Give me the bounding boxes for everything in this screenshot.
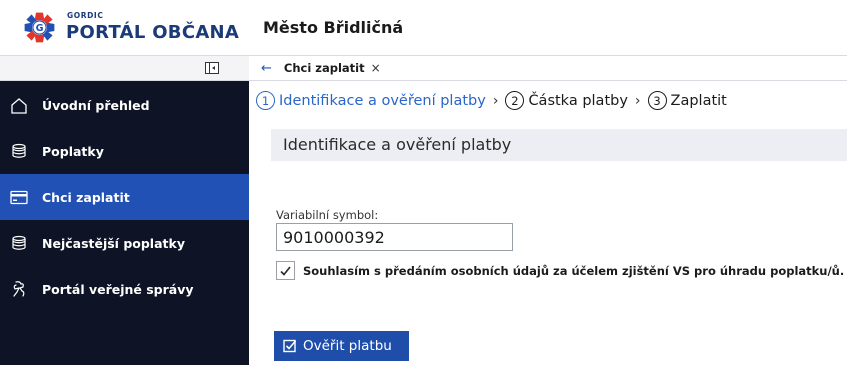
step-label: Identifikace a ověření platby bbox=[279, 92, 486, 109]
sidebar-toolbar bbox=[0, 56, 249, 81]
step-number: 3 bbox=[647, 91, 667, 110]
brand-company: GORDIC bbox=[67, 11, 104, 20]
tab-label: Chci zaplatit bbox=[283, 61, 365, 75]
gordic-logo-icon: G bbox=[24, 12, 55, 43]
section-header: Identifikace a ověření platby bbox=[271, 129, 847, 161]
brand-portal-name: PORTÁL OBČANA bbox=[66, 22, 240, 43]
step-label: Zaplatit bbox=[670, 92, 727, 109]
step-label: Částka platby bbox=[528, 92, 628, 109]
card-icon bbox=[8, 187, 30, 207]
step-identification: 1 Identifikace a ověření platby bbox=[256, 91, 486, 110]
top-header: Město Břidličná bbox=[249, 0, 847, 56]
sidebar-collapse-icon[interactable] bbox=[205, 62, 219, 74]
checkmark-icon bbox=[280, 266, 291, 276]
sidebar-item-nejcastejsi-poplatky[interactable]: Nejčastější poplatky bbox=[0, 220, 249, 266]
back-arrow-icon[interactable]: ← bbox=[261, 61, 272, 76]
coins-icon bbox=[8, 233, 30, 253]
coins-icon bbox=[8, 141, 30, 161]
lion-emblem-icon bbox=[8, 279, 30, 299]
step-amount: 2 Částka platby bbox=[505, 91, 628, 110]
step-pay: 3 Zaplatit bbox=[647, 91, 727, 110]
sidebar-item-chci-zaplatit[interactable]: Chci zaplatit bbox=[0, 174, 249, 220]
variable-symbol-label: Variabilní symbol: bbox=[276, 208, 379, 222]
verify-payment-button[interactable]: Ověřit platbu bbox=[274, 331, 409, 361]
variable-symbol-input[interactable] bbox=[276, 223, 513, 251]
consent-label: Souhlasím s předáním osobních údajů za ú… bbox=[303, 263, 845, 278]
svg-text:G: G bbox=[36, 23, 44, 34]
tab-bar: ← Chci zaplatit × bbox=[249, 56, 847, 81]
city-title: Město Břidličná bbox=[263, 18, 404, 37]
sidebar-item-label: Portál veřejné správy bbox=[42, 281, 194, 297]
sidebar: G GORDIC PORTÁL OBČANA Úvodní přehled Po… bbox=[0, 0, 249, 365]
payment-steps: 1 Identifikace a ověření platby › 2 Část… bbox=[256, 91, 727, 110]
consent-row: Souhlasím s předáním osobních údajů za ú… bbox=[276, 261, 844, 280]
sidebar-item-label: Úvodní přehled bbox=[42, 97, 150, 113]
home-icon bbox=[8, 95, 30, 115]
sidebar-item-label: Nejčastější poplatky bbox=[42, 235, 185, 251]
verify-button-label: Ověřit platbu bbox=[303, 338, 392, 354]
brand-logo-area[interactable]: G GORDIC PORTÁL OBČANA bbox=[0, 0, 249, 56]
sidebar-menu: Úvodní přehled Poplatky Chci zaplatit Ne… bbox=[0, 82, 249, 312]
sidebar-item-label: Poplatky bbox=[42, 143, 104, 159]
step-number: 1 bbox=[256, 91, 275, 110]
close-icon[interactable]: × bbox=[371, 61, 381, 75]
sidebar-item-poplatky[interactable]: Poplatky bbox=[0, 128, 249, 174]
step-number: 2 bbox=[505, 91, 525, 110]
check-square-icon bbox=[283, 339, 297, 353]
chevron-right-icon: › bbox=[492, 92, 499, 109]
chevron-right-icon: › bbox=[634, 92, 641, 109]
sidebar-item-uvodni-prehled[interactable]: Úvodní přehled bbox=[0, 82, 249, 128]
consent-checkbox[interactable] bbox=[276, 261, 295, 280]
sidebar-item-label: Chci zaplatit bbox=[42, 189, 130, 205]
section-title: Identifikace a ověření platby bbox=[283, 135, 512, 154]
tab-chci-zaplatit[interactable]: Chci zaplatit × bbox=[284, 61, 381, 75]
sidebar-item-portal-verejne-spravy[interactable]: Portál veřejné správy bbox=[0, 266, 249, 312]
